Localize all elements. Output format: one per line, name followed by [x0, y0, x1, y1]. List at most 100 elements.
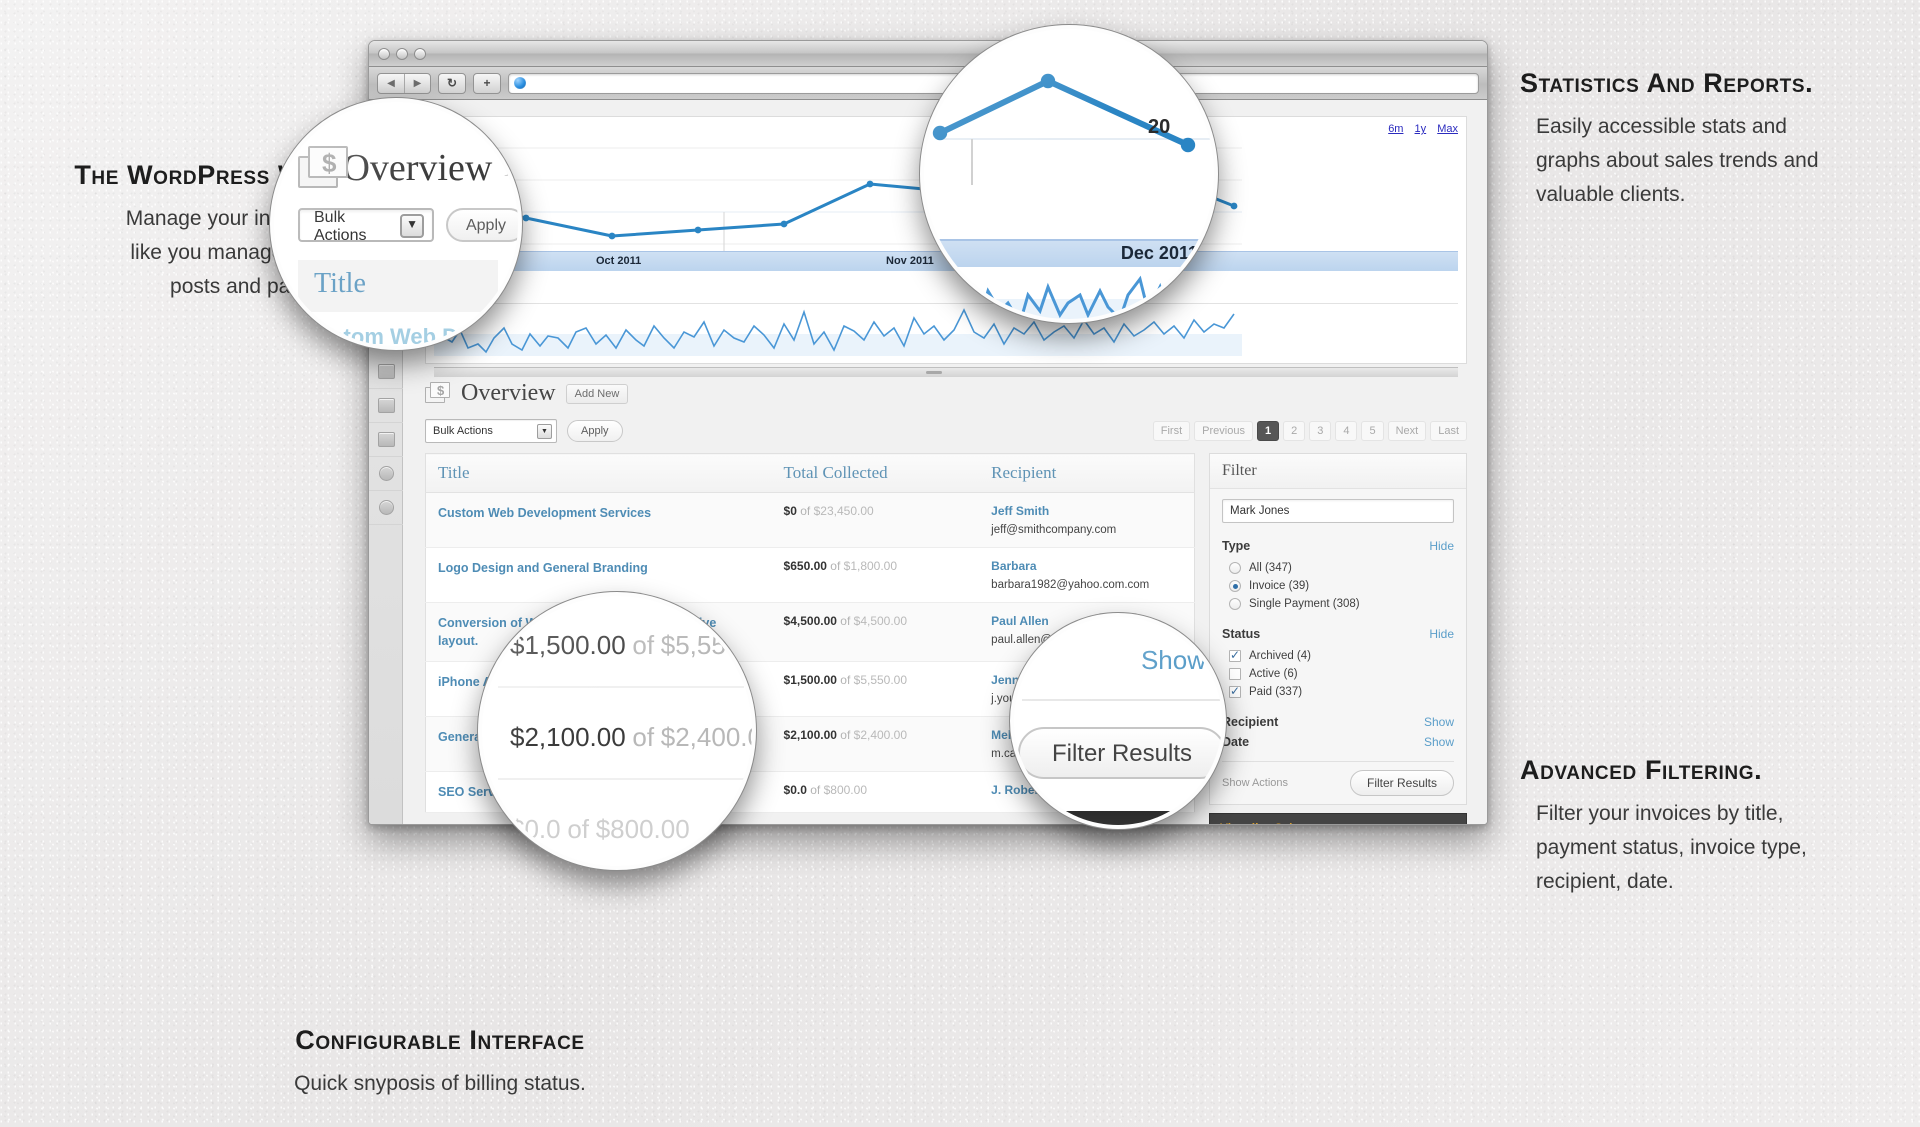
bulk-actions-select[interactable]: Bulk Actions ▼ — [425, 419, 557, 443]
filter-group-type-header: Type Hide — [1222, 539, 1454, 553]
pagination-page-5[interactable]: 5 — [1361, 421, 1384, 441]
cell-total-collected: $0.0 of $800.00 — [771, 771, 980, 814]
filter-option-label: All (347) — [1249, 562, 1292, 574]
sidebar-item-comments[interactable] — [369, 457, 403, 491]
filter-panel: Filter Type Hide All (347) — [1209, 453, 1467, 805]
sidebar-item-users[interactable] — [369, 423, 403, 457]
minimize-icon[interactable] — [396, 47, 408, 60]
checkbox-icon[interactable] — [1229, 668, 1241, 680]
chart-scroll-handle[interactable] — [434, 367, 1458, 377]
table-row[interactable]: Logo Design and General Branding $650.00… — [425, 547, 1195, 603]
filter-option-archived[interactable]: Archived (4) — [1222, 647, 1454, 665]
sidebar-item-media[interactable] — [369, 355, 403, 389]
pagination-last[interactable]: Last — [1430, 421, 1467, 441]
filter-group-label: Type — [1222, 539, 1251, 553]
pagination-page-1[interactable]: 1 — [1256, 421, 1280, 441]
column-header-total-collected[interactable]: Total Collected — [771, 453, 980, 493]
lens-apply-button[interactable]: Apply — [445, 208, 518, 242]
apply-button[interactable]: Apply — [567, 420, 623, 442]
close-icon[interactable] — [378, 47, 390, 60]
add-tab-icon[interactable]: + — [473, 72, 501, 94]
lens-column-header-title[interactable]: Title — [298, 260, 498, 312]
filter-group-status-header: Status Hide — [1222, 627, 1454, 641]
lens-filter-results-button[interactable]: Filter Results — [1017, 727, 1222, 779]
add-new-button[interactable]: Add New — [565, 383, 629, 404]
filter-group-toggle[interactable]: Show — [1424, 735, 1454, 749]
forward-icon[interactable]: ▶ — [404, 73, 430, 93]
caption-line: graphs about sales trends and — [1536, 149, 1819, 173]
column-header-title[interactable]: Title — [425, 453, 772, 493]
caption-body: Quick snyposis of billing status. — [215, 1067, 665, 1101]
media-icon — [377, 364, 395, 379]
recipient-name[interactable]: Barbara — [991, 559, 1182, 573]
filter-group-recipient-header: Recipient Show — [1222, 715, 1454, 729]
radio-icon-selected[interactable] — [1229, 580, 1241, 592]
page-heading-row: $ Overview Add New — [425, 380, 1467, 407]
magnifier-chart-content: 20 Dec 2011 — [924, 29, 1214, 319]
show-actions-link[interactable]: Show Actions — [1222, 777, 1288, 789]
radio-icon[interactable] — [1229, 562, 1241, 574]
page-title: Overview — [461, 380, 556, 406]
checkbox-icon-checked[interactable] — [1229, 648, 1241, 662]
amount-of: of — [840, 673, 851, 688]
amount-total: $2,400.00 — [660, 722, 752, 752]
sidebar-item-pages[interactable] — [369, 389, 403, 423]
filter-option-all[interactable]: All (347) — [1222, 559, 1454, 577]
amount-of: of — [840, 728, 851, 743]
range-6m-link[interactable]: 6m — [1388, 123, 1403, 135]
filter-sidebar: Filter Type Hide All (347) — [1209, 453, 1467, 824]
filter-results-button[interactable]: Filter Results — [1349, 770, 1454, 796]
pagination-page-2[interactable]: 2 — [1283, 421, 1306, 441]
amount-total: $4,500.00 — [853, 614, 908, 628]
filter-option-single-payment[interactable]: Single Payment (308) — [1222, 595, 1454, 613]
table-row[interactable]: Custom Web Development Services $0 of $2… — [425, 492, 1195, 548]
filter-group-toggle[interactable]: Hide — [1429, 627, 1454, 641]
lens-page-heading-row: $ Overview A — [274, 102, 518, 192]
back-icon[interactable]: ◀ — [378, 74, 404, 93]
filter-option-label: Single Payment (308) — [1249, 598, 1360, 610]
amount-paid: $0 — [783, 504, 797, 518]
bulk-actions-value: Bulk Actions — [433, 425, 493, 437]
filter-group-toggle[interactable]: Show — [1424, 715, 1454, 729]
column-header-recipient[interactable]: Recipient — [979, 453, 1195, 493]
checkbox-icon-checked[interactable] — [1229, 684, 1241, 698]
amount-of: of — [632, 722, 655, 752]
radio-icon[interactable] — [1229, 598, 1241, 610]
globe-icon — [514, 77, 526, 89]
amount-total: $800.00 — [823, 783, 867, 798]
filter-group-toggle[interactable]: Hide — [1429, 539, 1454, 553]
cell-title[interactable]: Custom Web Development Services — [425, 492, 772, 548]
caption-line: valuable clients. — [1536, 183, 1686, 207]
amount-total: $23,450.00 — [813, 504, 874, 518]
visualize-sales-link[interactable]: Visualize Sales — [1220, 821, 1306, 824]
amount-of: of — [840, 614, 851, 628]
cell-recipient: Jeff Smith jeff@smithcompany.com — [979, 492, 1195, 548]
lens-bulk-actions-select[interactable]: Bulk Actions ▼ — [298, 207, 434, 243]
money-icon: $ — [298, 146, 348, 192]
bulk-actions-row: Bulk Actions ▼ Apply First Previous 1 2 … — [425, 419, 1467, 443]
sidebar-item-plugins[interactable] — [369, 491, 403, 525]
pagination-page-3[interactable]: 3 — [1309, 421, 1332, 441]
filter-option-invoice[interactable]: Invoice (39) — [1222, 577, 1454, 595]
amount-paid: $1,500.00 — [783, 673, 837, 688]
range-max-link[interactable]: Max — [1437, 123, 1458, 135]
range-1y-link[interactable]: 1y — [1415, 123, 1427, 135]
reload-icon[interactable]: ↻ — [438, 72, 466, 94]
caption-configurable-interface: Configurable Interface Quick snyposis of… — [215, 1025, 665, 1101]
caption-line: Quick snyposis of billing status. — [294, 1072, 586, 1096]
filter-panel-body: Type Hide All (347) Invoice (39) — [1210, 489, 1466, 804]
filter-option-active[interactable]: Active (6) — [1222, 665, 1454, 683]
filter-option-paid[interactable]: Paid (337) — [1222, 683, 1454, 701]
chevron-down-icon: ▼ — [537, 423, 552, 439]
lens-dark-bar — [1014, 811, 1222, 825]
filter-search-input[interactable] — [1222, 499, 1454, 523]
recipient-name[interactable]: Jeff Smith — [991, 504, 1182, 518]
pagination-previous[interactable]: Previous — [1194, 421, 1253, 441]
lens-show-link[interactable]: Show — [1014, 617, 1222, 675]
pagination: First Previous 1 2 3 4 5 Next Last — [1152, 421, 1467, 441]
pagination-page-4[interactable]: 4 — [1335, 421, 1358, 441]
pagination-first[interactable]: First — [1152, 421, 1191, 441]
zoom-icon[interactable] — [414, 47, 426, 60]
lens-button-row: Filter Results — [1014, 701, 1222, 779]
pagination-next[interactable]: Next — [1387, 421, 1427, 441]
